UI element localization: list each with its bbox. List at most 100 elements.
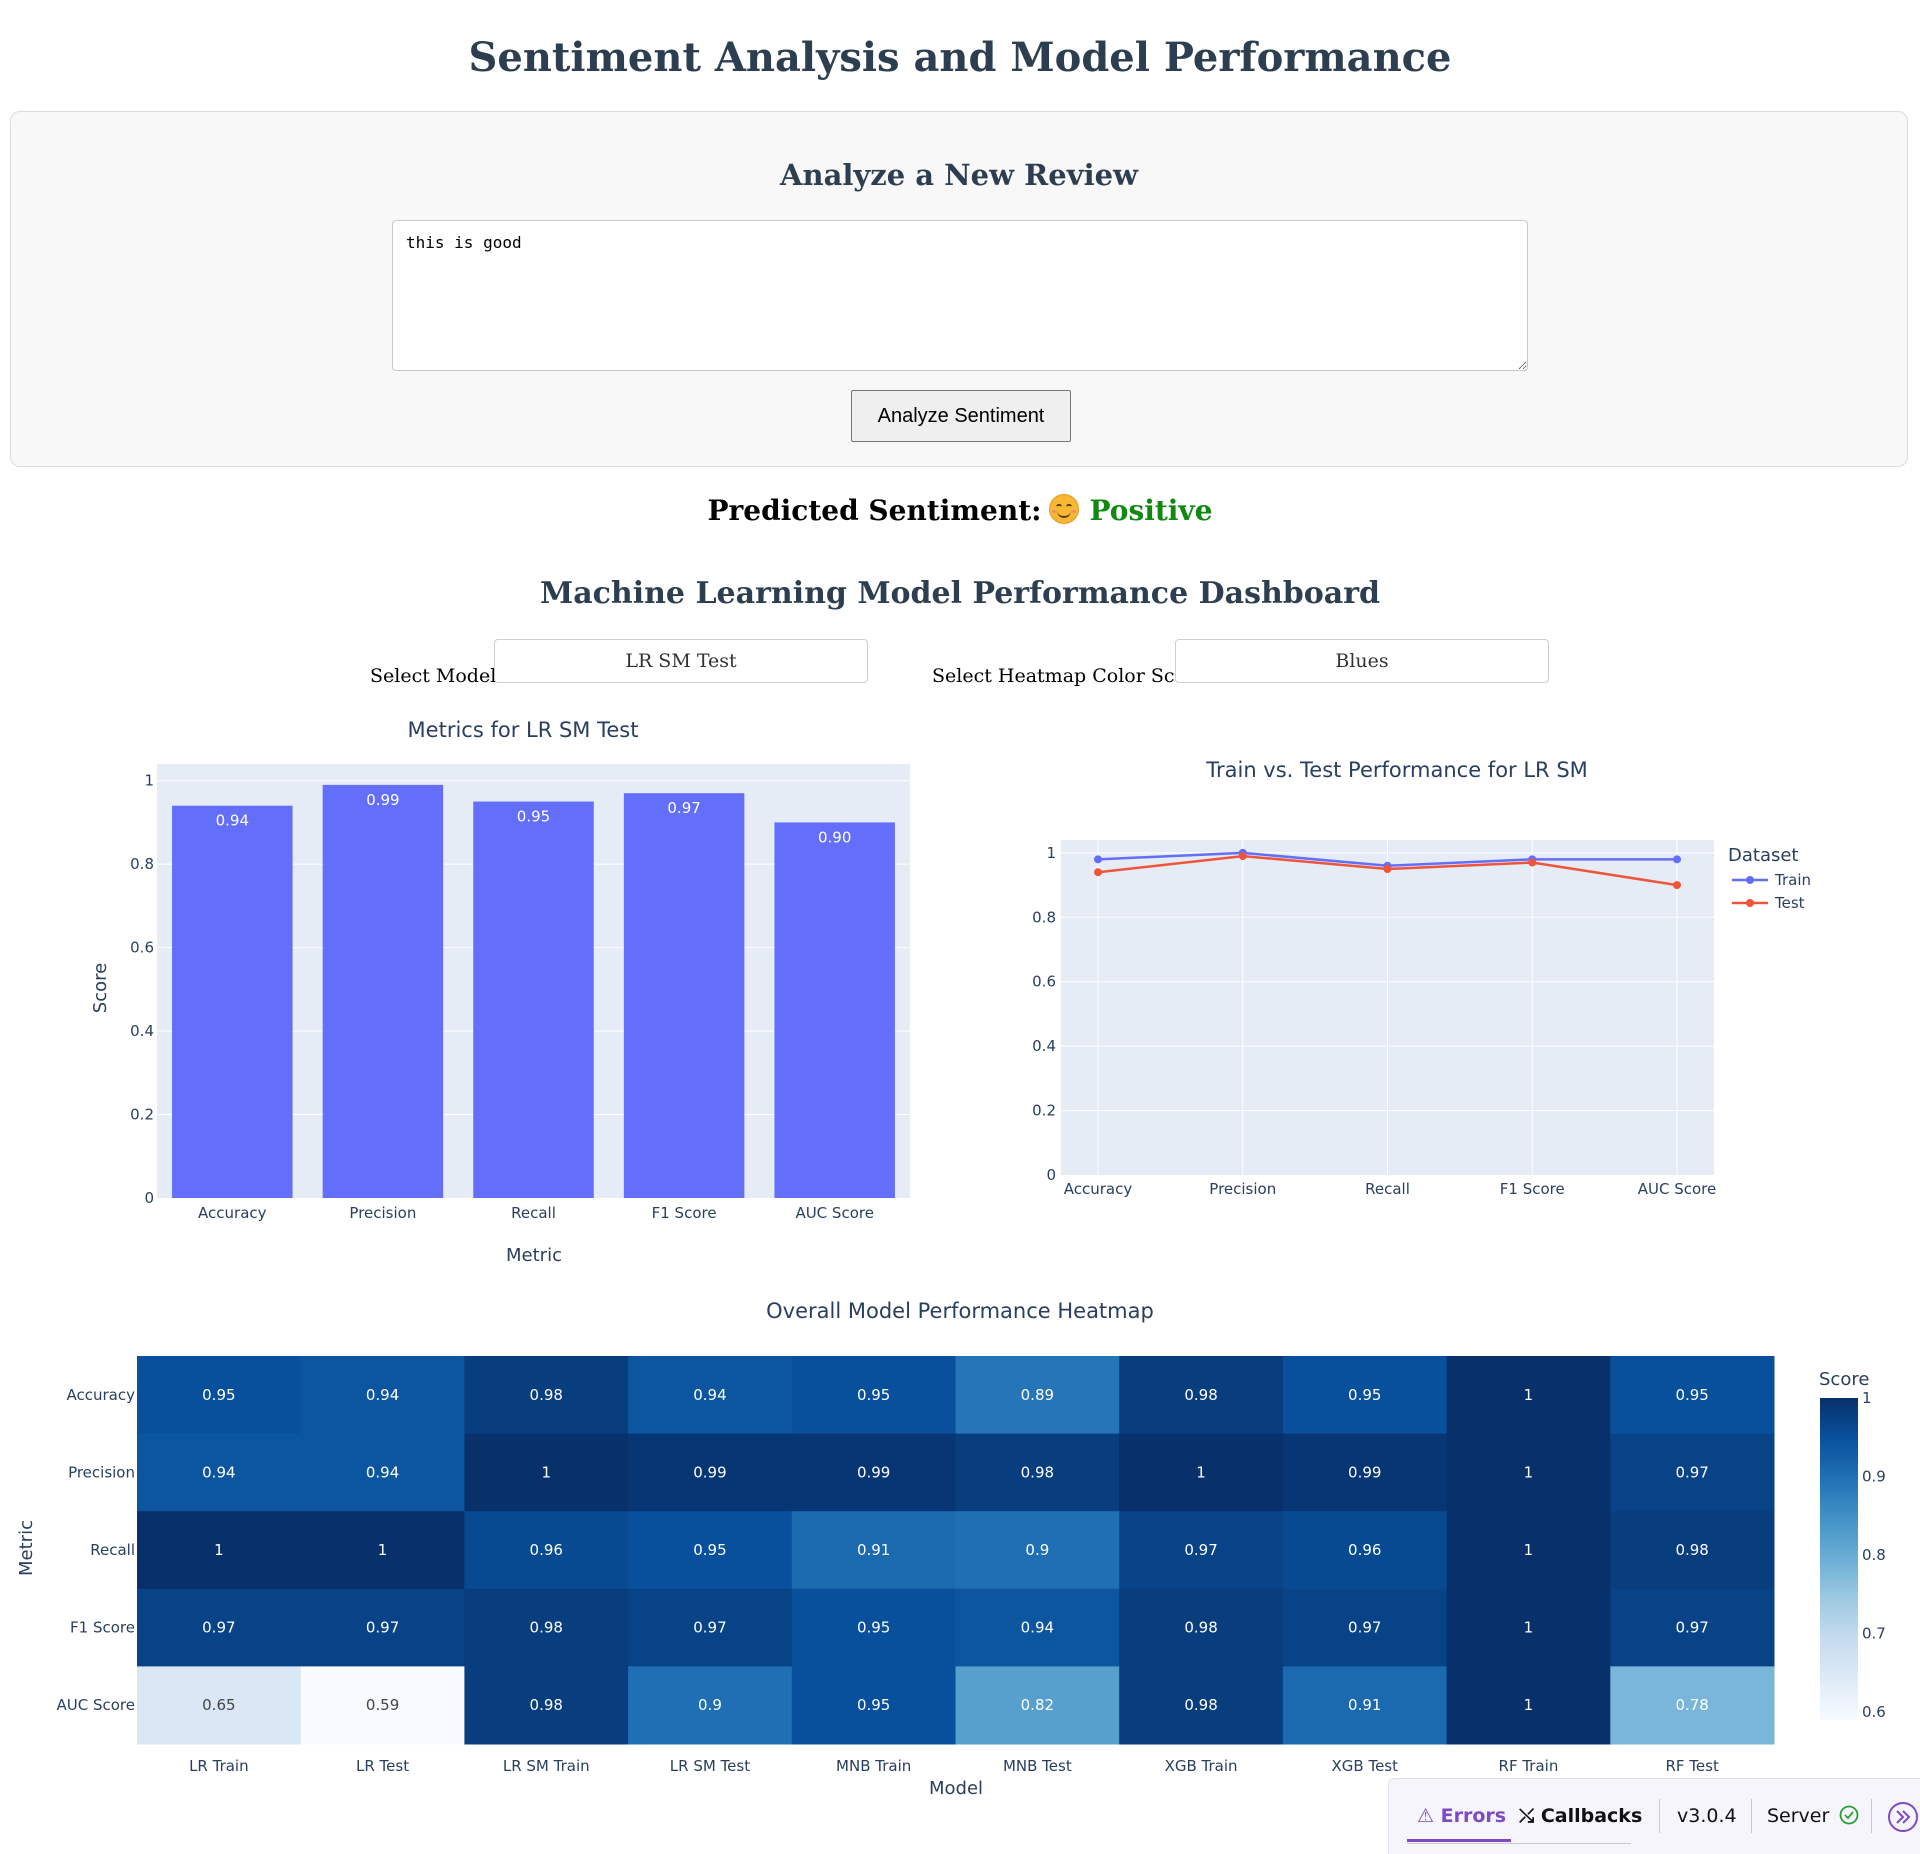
dashboard-title: Machine Learning Model Performance Dashb… bbox=[540, 576, 1380, 611]
heatmap-y-tick-label: AUC Score bbox=[57, 1696, 136, 1714]
review-input[interactable]: this is good bbox=[392, 220, 1528, 371]
data-point[interactable] bbox=[1673, 881, 1681, 890]
bar-chart[interactable]: Metrics for LR SM Test 0.94 0.99 0.95 0.97 0… bbox=[0, 705, 960, 1280]
x-tick-label: Accuracy bbox=[198, 1204, 267, 1222]
x-tick-label: Recall bbox=[511, 1204, 556, 1222]
heatmap-cell-value: 0.9 bbox=[1025, 1541, 1049, 1559]
heatmap-x-axis-title: Model bbox=[929, 1778, 983, 1799]
heatmap-cell-value: 0.78 bbox=[1675, 1696, 1708, 1714]
bar-value-label: 0.95 bbox=[517, 808, 550, 826]
heatmap-cell-value: 1 bbox=[1524, 1463, 1534, 1481]
heatmap-x-tick-label: LR Test bbox=[356, 1757, 409, 1775]
heatmap-cell-value: 0.97 bbox=[1675, 1619, 1708, 1637]
heatmap-cell-value: 0.91 bbox=[1348, 1696, 1381, 1714]
analyze-sentiment-button[interactable]: Analyze Sentiment bbox=[851, 390, 1071, 442]
bar[interactable] bbox=[623, 793, 745, 1198]
bar-chart-title: Metrics for LR SM Test bbox=[408, 718, 639, 742]
data-point[interactable] bbox=[1238, 852, 1247, 861]
heatmap-chart[interactable]: Overall Model Performance Heatmap 0.95 0.… bbox=[0, 1290, 1920, 1810]
bar[interactable] bbox=[172, 805, 293, 1198]
review-heading: Analyze a New Review bbox=[780, 158, 1138, 192]
callbacks-icon: ⤯ bbox=[1519, 1805, 1541, 1827]
heatmap-cell-value: 1 bbox=[1524, 1541, 1534, 1559]
y-tick-label: 1 bbox=[144, 772, 154, 790]
errors-tab[interactable]: ⚠ Errors bbox=[1417, 1805, 1506, 1827]
bar[interactable] bbox=[473, 801, 594, 1198]
legend-label[interactable]: Train bbox=[1774, 871, 1811, 889]
legend-label[interactable]: Test bbox=[1774, 894, 1805, 912]
select-model-label: Select Model: bbox=[370, 665, 503, 687]
x-tick-label: Precision bbox=[349, 1204, 416, 1222]
heatmap-y-tick-label: Precision bbox=[68, 1463, 135, 1481]
bar-x-axis-title: Metric bbox=[506, 1245, 562, 1266]
colorbar-tick-label: 0.9 bbox=[1862, 1468, 1886, 1486]
bar[interactable] bbox=[322, 784, 444, 1198]
heatmap-cell-value: 0.95 bbox=[857, 1386, 890, 1404]
heatmap-cell-value: 0.95 bbox=[202, 1386, 235, 1404]
heatmap-cell-value: 1 bbox=[1196, 1463, 1206, 1481]
colorbar-tick-label: 0.7 bbox=[1862, 1625, 1886, 1643]
colorbar-tick-label: 0.8 bbox=[1862, 1546, 1886, 1564]
separator bbox=[1659, 1799, 1660, 1833]
heatmap-x-tick-label: MNB Test bbox=[1003, 1757, 1072, 1775]
warning-icon: ⚠ bbox=[1417, 1805, 1441, 1827]
y-tick-label: 0.6 bbox=[130, 939, 154, 957]
data-point[interactable] bbox=[1094, 855, 1102, 864]
server-status[interactable]: Server bbox=[1767, 1805, 1859, 1827]
color-scale-dropdown[interactable]: Blues bbox=[1175, 639, 1549, 683]
heatmap-x-tick-label: LR SM Train bbox=[503, 1757, 590, 1775]
heatmap-cell-value: 1 bbox=[1524, 1386, 1534, 1404]
prediction-value: Positive bbox=[1089, 494, 1213, 527]
heatmap-cell-value: 0.95 bbox=[1348, 1386, 1381, 1404]
heatmap-cell-value: 0.97 bbox=[202, 1619, 235, 1637]
prediction-label: Predicted Sentiment: bbox=[707, 494, 1042, 527]
legend-marker bbox=[1746, 876, 1754, 884]
heatmap-cell-value: 1 bbox=[1524, 1619, 1534, 1637]
data-point[interactable] bbox=[1383, 864, 1392, 873]
expand-chevrons-icon[interactable] bbox=[1887, 1801, 1919, 1833]
bar[interactable] bbox=[774, 822, 895, 1198]
x-tick-label: AUC Score bbox=[795, 1204, 874, 1222]
color-scale-label: Select Heatmap Color Scale: bbox=[932, 665, 1210, 687]
y-tick-label: 0 bbox=[1046, 1166, 1056, 1184]
version-label: v3.0.4 bbox=[1677, 1805, 1737, 1827]
colorbar bbox=[1820, 1398, 1858, 1720]
heatmap-cell-value: 0.96 bbox=[530, 1541, 563, 1559]
model-dropdown-value: LR SM Test bbox=[625, 650, 737, 672]
data-point[interactable] bbox=[1673, 855, 1681, 864]
heatmap-cell-value: 0.99 bbox=[857, 1463, 890, 1481]
heatmap-y-tick-label: F1 Score bbox=[70, 1619, 135, 1637]
heatmap-cell-value: 0.59 bbox=[366, 1696, 399, 1714]
heatmap-x-tick-label: RF Test bbox=[1665, 1757, 1718, 1775]
heatmap-x-tick-label: LR Train bbox=[189, 1757, 249, 1775]
heatmap-title: Overall Model Performance Heatmap bbox=[766, 1299, 1154, 1323]
heatmap-cell-value: 0.98 bbox=[1675, 1541, 1708, 1559]
heatmap-x-tick-label: XGB Test bbox=[1332, 1757, 1399, 1775]
tabs-divider bbox=[1407, 1843, 1631, 1844]
line-chart[interactable]: Train vs. Test Performance for LR SM 0 0.… bbox=[960, 740, 1920, 1210]
x-tick-label: F1 Score bbox=[1500, 1180, 1565, 1198]
heatmap-cell-value: 0.94 bbox=[693, 1386, 726, 1404]
bar-value-label: 0.90 bbox=[818, 828, 851, 846]
heatmap-cell-value: 0.97 bbox=[366, 1619, 399, 1637]
y-tick-label: 0.8 bbox=[1032, 908, 1056, 926]
heatmap-y-axis-title: Metric bbox=[16, 1520, 37, 1576]
callbacks-tab[interactable]: ⤯ Callbacks bbox=[1519, 1805, 1642, 1827]
heatmap-cell-value: 0.98 bbox=[530, 1386, 563, 1404]
heatmap-y-tick-label: Recall bbox=[90, 1541, 135, 1559]
colorbar-tick-label: 1 bbox=[1862, 1389, 1872, 1407]
colorbar-title: Score bbox=[1819, 1369, 1869, 1390]
heatmap-cell-value: 0.94 bbox=[366, 1463, 399, 1481]
x-tick-label: F1 Score bbox=[652, 1204, 717, 1222]
data-point[interactable] bbox=[1094, 868, 1102, 877]
heatmap-x-tick-label: XGB Train bbox=[1165, 1757, 1238, 1775]
heatmap-cell-value: 0.95 bbox=[1675, 1386, 1708, 1404]
bar-y-axis-title: Score bbox=[90, 963, 111, 1013]
heatmap-cell-value: 0.9 bbox=[698, 1696, 722, 1714]
heatmap-cell-value: 0.97 bbox=[1675, 1463, 1708, 1481]
data-point[interactable] bbox=[1528, 858, 1537, 867]
y-tick-label: 0.4 bbox=[130, 1022, 154, 1040]
heatmap-cell-value: 0.98 bbox=[530, 1696, 563, 1714]
model-dropdown[interactable]: LR SM Test bbox=[494, 639, 868, 683]
heatmap-cell-value: 0.98 bbox=[1184, 1386, 1217, 1404]
